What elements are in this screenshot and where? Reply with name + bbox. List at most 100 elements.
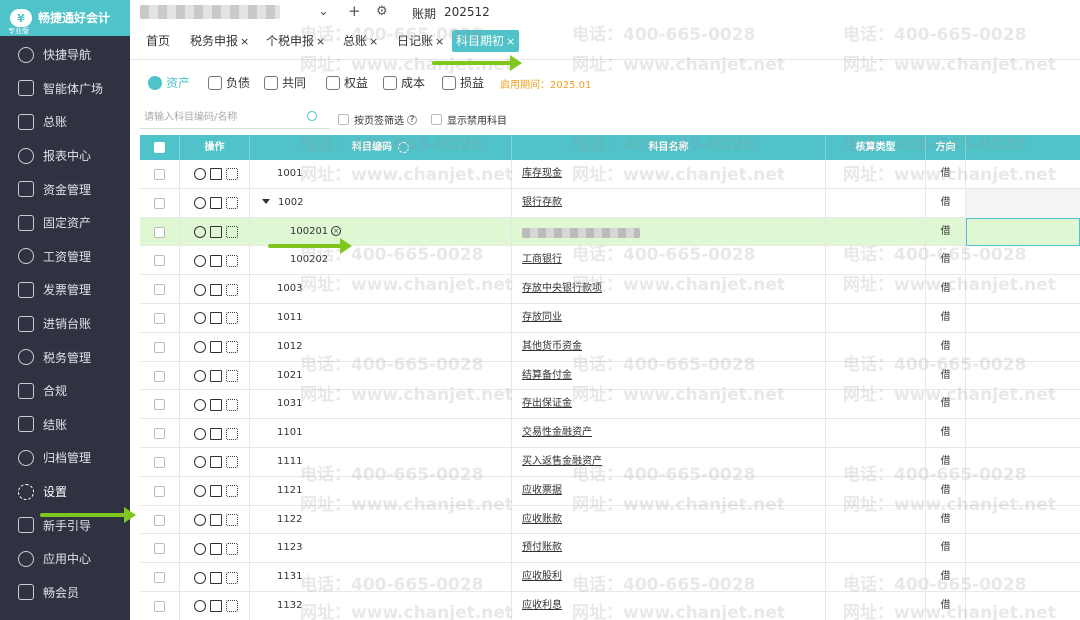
search-input[interactable] [140, 107, 330, 129]
more-grid-icon[interactable] [226, 369, 238, 382]
more-grid-icon[interactable] [226, 225, 238, 238]
more-grid-icon[interactable] [226, 571, 238, 584]
add-icon[interactable]: + [348, 2, 361, 20]
header-select-all[interactable] [140, 135, 180, 160]
help-icon[interactable]: ? [407, 114, 417, 125]
row-checkbox[interactable] [154, 485, 165, 497]
filter-by-tab-checkbox[interactable]: 按页签筛选 ? [338, 112, 417, 127]
show-disabled-checkbox[interactable]: 显示禁用科目 [431, 112, 507, 127]
tab-close-icon[interactable]: × [369, 35, 378, 48]
sidebar-item-15[interactable]: 应用中心 [0, 542, 130, 576]
add-child-icon[interactable] [194, 427, 206, 440]
account-name-link[interactable]: 结算备付金 [522, 362, 572, 391]
add-child-icon[interactable] [194, 571, 206, 584]
add-child-icon[interactable] [194, 283, 206, 296]
sidebar-item-0[interactable]: 快捷导航 [0, 38, 130, 72]
row-checkbox[interactable] [154, 226, 165, 238]
table-row[interactable]: 1031 存出保证金 借 [140, 390, 1080, 420]
edit-icon[interactable] [210, 254, 222, 267]
amount-cell[interactable] [966, 448, 1080, 477]
row-checkbox[interactable] [154, 601, 165, 612]
add-child-icon[interactable] [194, 542, 206, 555]
more-grid-icon[interactable] [226, 456, 238, 469]
edit-icon[interactable] [210, 398, 222, 411]
table-row[interactable]: 1003 存放中央银行款项 借 [140, 275, 1080, 304]
tab-0[interactable]: 首页 [142, 30, 174, 52]
table-row[interactable]: 100201 × 借 [140, 217, 1080, 247]
account-name-link[interactable]: 应收账款 [522, 506, 562, 535]
row-checkbox[interactable] [154, 370, 165, 382]
table-row[interactable]: 1111 买入返售金融资产 借 [140, 448, 1080, 477]
table-row[interactable]: 100202 工商银行 借 [140, 246, 1080, 276]
sidebar-item-9[interactable]: 税务管理 [0, 340, 130, 374]
row-checkbox[interactable] [154, 284, 165, 296]
table-row[interactable]: 1132 应收利息 借 [140, 592, 1080, 620]
table-row[interactable]: 1123 预付账款 借 [140, 534, 1080, 564]
row-checkbox[interactable] [154, 572, 165, 584]
amount-cell[interactable] [966, 563, 1080, 592]
row-checkbox[interactable] [154, 255, 165, 267]
more-grid-icon[interactable] [226, 254, 238, 267]
more-grid-icon[interactable] [226, 542, 238, 555]
more-grid-icon[interactable] [226, 197, 238, 210]
row-checkbox[interactable] [154, 514, 165, 526]
amount-cell[interactable] [966, 246, 1080, 275]
more-grid-icon[interactable] [226, 427, 238, 440]
edit-icon[interactable] [210, 225, 222, 238]
tab-close-icon[interactable]: × [506, 35, 515, 48]
account-name-link[interactable]: 银行存款 [522, 189, 562, 218]
amount-cell[interactable] [966, 477, 1080, 506]
amount-cell[interactable] [966, 534, 1080, 563]
sidebar-item-12[interactable]: 归档管理 [0, 441, 130, 475]
row-checkbox[interactable] [154, 341, 165, 353]
sidebar-item-2[interactable]: 总账 [0, 105, 130, 139]
more-grid-icon[interactable] [226, 600, 238, 613]
sidebar-item-10[interactable]: 合规 [0, 374, 130, 408]
account-name-link[interactable]: 其他货币资金 [522, 333, 582, 362]
tab-5[interactable]: 科目期初 × [452, 30, 520, 52]
account-name-link[interactable]: 应收利息 [522, 592, 562, 620]
table-row[interactable]: 1131 应收股利 借 [140, 563, 1080, 592]
amount-cell[interactable] [966, 275, 1080, 304]
add-child-icon[interactable] [194, 485, 206, 498]
settings-gear-icon[interactable]: ⚙ [376, 4, 388, 19]
account-name-link[interactable]: 买入返售金融资产 [522, 448, 602, 477]
amount-cell[interactable] [966, 592, 1080, 620]
sidebar-item-4[interactable]: 资金管理 [0, 172, 130, 206]
table-row[interactable]: 1001 库存现金 借 [140, 160, 1080, 189]
account-name-link[interactable]: 应收票据 [522, 477, 562, 506]
row-checkbox[interactable] [154, 457, 165, 468]
edit-icon[interactable] [210, 312, 222, 325]
row-checkbox[interactable] [154, 543, 165, 555]
more-grid-icon[interactable] [226, 398, 238, 411]
sidebar-item-5[interactable]: 固定资产 [0, 206, 130, 240]
row-checkbox[interactable] [154, 399, 165, 411]
company-name-redacted[interactable] [140, 5, 280, 19]
sidebar-item-8[interactable]: 进销台账 [0, 307, 130, 341]
account-name-link[interactable]: 存出保证金 [522, 390, 572, 419]
company-dropdown-chevron-icon[interactable]: ⌄ [318, 4, 329, 19]
table-row[interactable]: 1101 交易性金融资产 借 [140, 419, 1080, 448]
edit-icon[interactable] [210, 542, 222, 555]
add-child-icon[interactable] [194, 341, 206, 354]
amount-cell[interactable] [966, 304, 1080, 333]
tab-close-icon[interactable]: × [240, 35, 249, 48]
row-checkbox[interactable] [154, 313, 165, 324]
add-child-icon[interactable] [194, 369, 206, 382]
more-grid-icon[interactable] [226, 168, 238, 181]
tab-3[interactable]: 总账 × [339, 30, 382, 52]
table-row[interactable]: 1002 银行存款 借 [140, 188, 1080, 218]
add-child-icon[interactable] [194, 398, 206, 411]
tab-1[interactable]: 税务申报 × [186, 30, 253, 52]
add-child-icon[interactable] [194, 197, 206, 210]
sidebar-item-3[interactable]: 报表中心 [0, 139, 130, 173]
sidebar-item-16[interactable]: 畅会员 [0, 576, 130, 610]
table-row[interactable]: 1012 其他货币资金 借 [140, 332, 1080, 362]
table-row[interactable]: 1011 存放同业 借 [140, 304, 1080, 333]
amount-cell[interactable] [966, 390, 1080, 419]
more-grid-icon[interactable] [226, 513, 238, 526]
category-tab-0[interactable]: 资产 [144, 72, 190, 94]
add-child-icon[interactable] [194, 312, 206, 325]
search-icon[interactable] [307, 111, 317, 121]
table-row[interactable]: 1021 结算备付金 借 [140, 361, 1080, 391]
